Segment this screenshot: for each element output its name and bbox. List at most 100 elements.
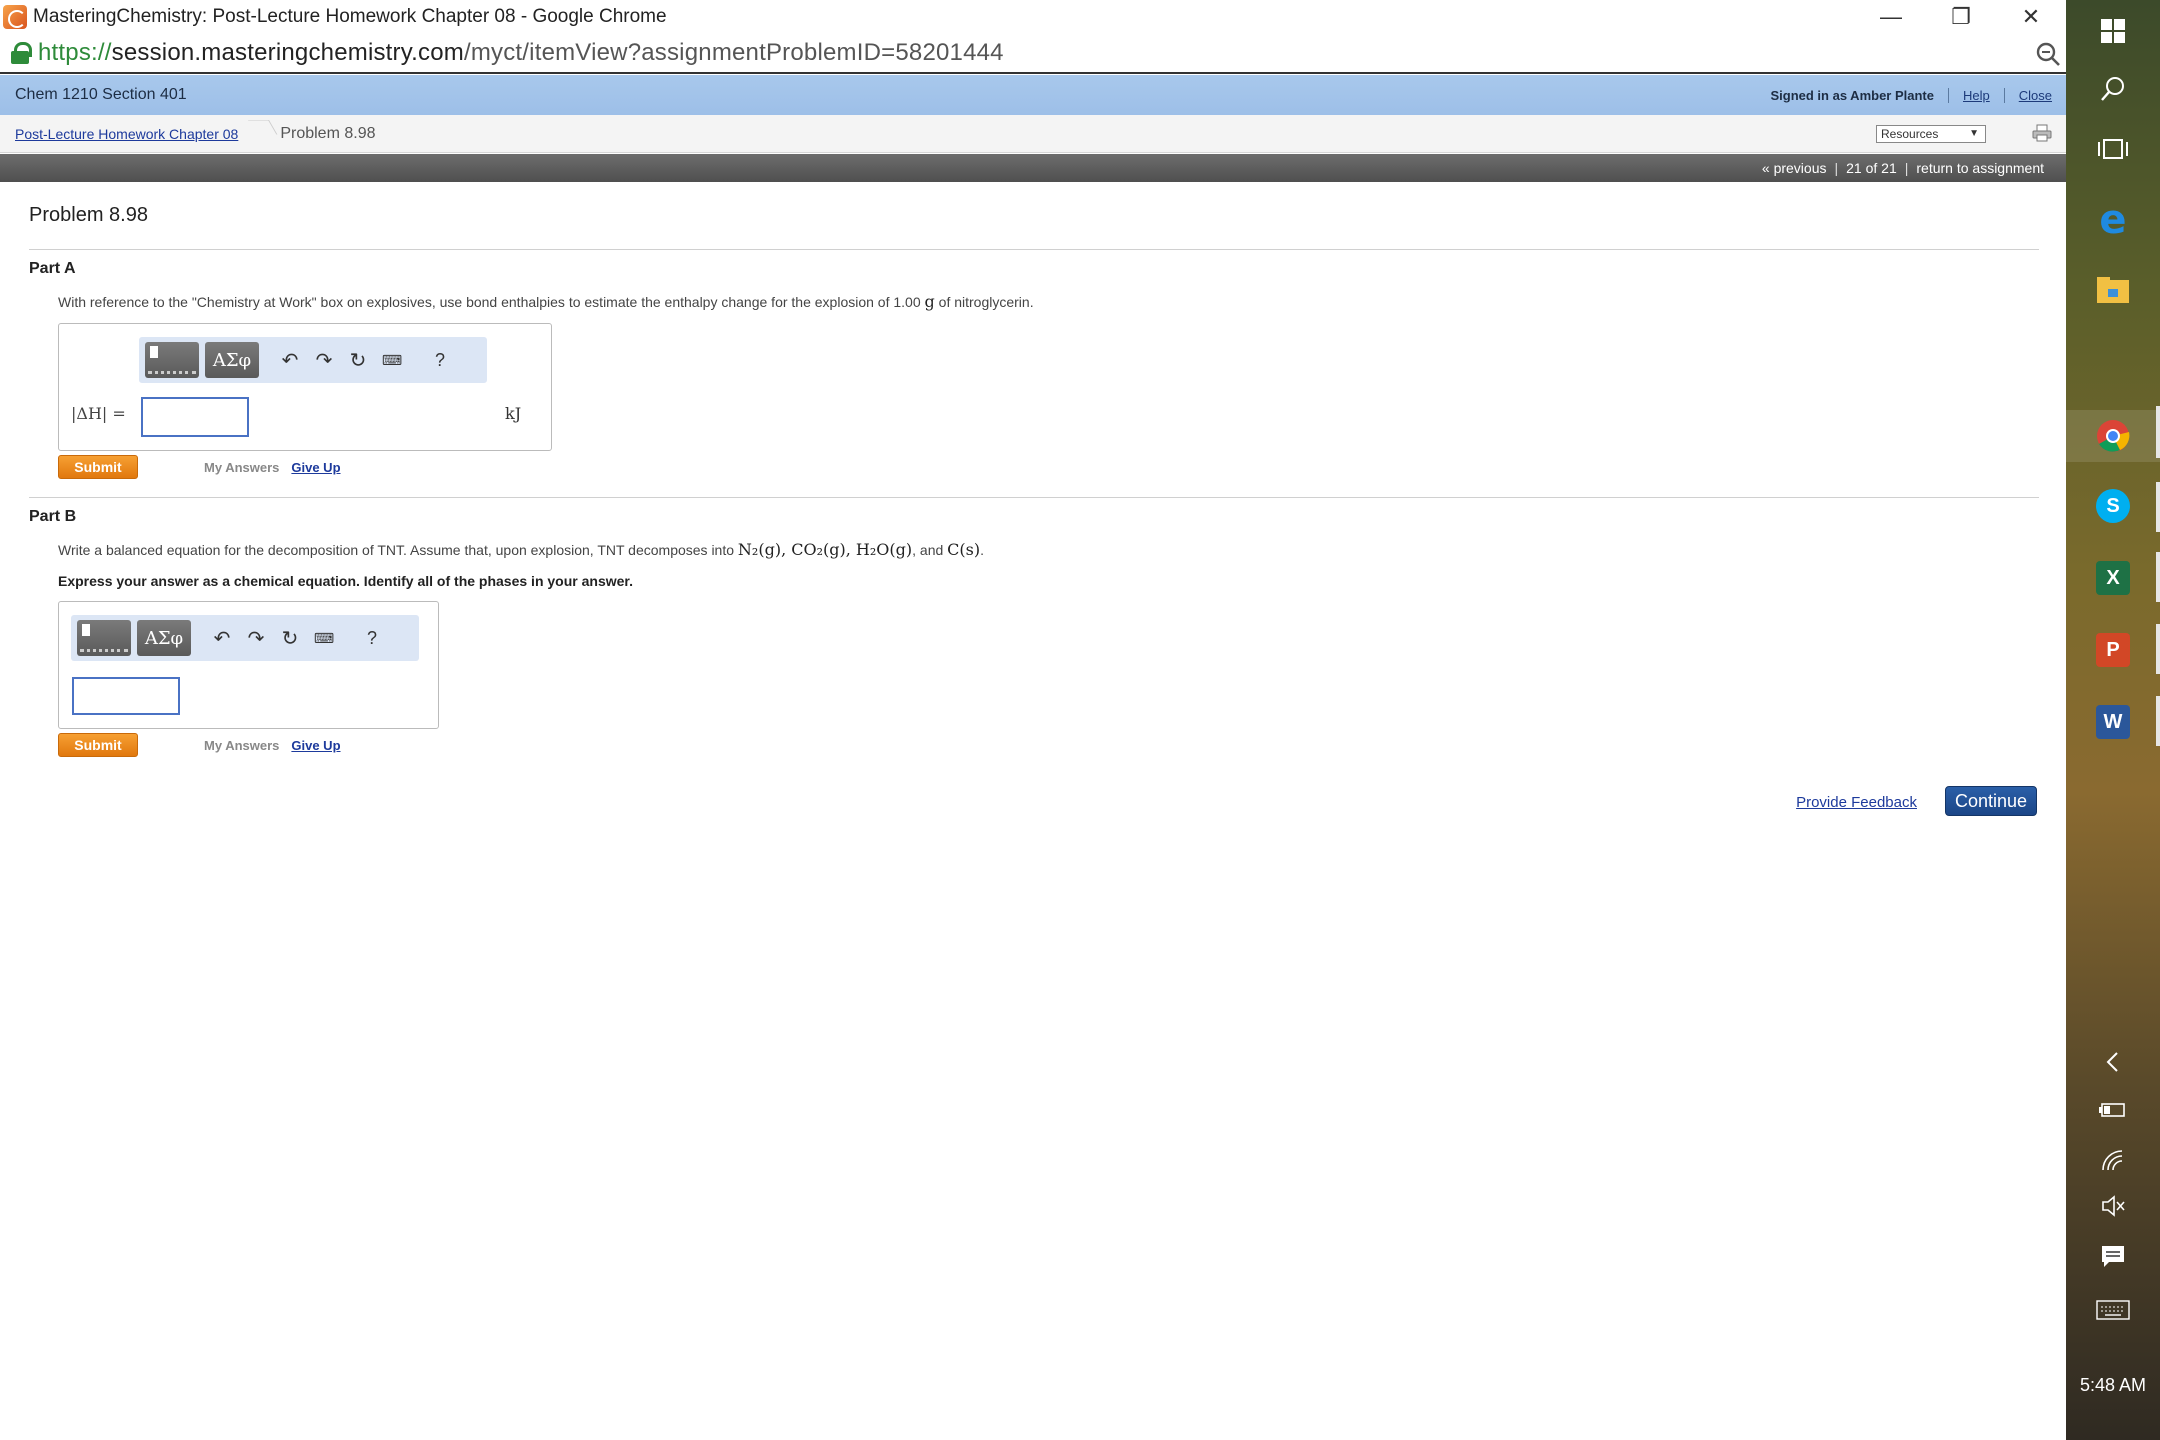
part-b-instruction: Express your answer as a chemical equati… — [58, 573, 633, 589]
main-content: Problem 8.98 Part A With reference to th… — [29, 182, 2039, 816]
mastering-chemistry-icon — [3, 5, 27, 29]
part-b-species: N₂(g), CO₂(g), H₂O(g) — [737, 540, 913, 559]
task-view-icon[interactable] — [2066, 132, 2160, 166]
minimize-button[interactable]: — — [1856, 0, 1926, 34]
part-a-title: Part A — [29, 260, 76, 277]
part-b-species-last: C(s) — [947, 540, 981, 559]
keyboard-shortcuts-icon[interactable]: ⌨ — [375, 342, 409, 378]
windows-start-icon[interactable] — [2066, 14, 2160, 48]
windows-taskbar: e S X P W 5:48 AM — [2066, 0, 2160, 1440]
part-b-title: Part B — [29, 508, 77, 525]
problem-title: Problem 8.98 — [29, 204, 148, 226]
keyboard-shortcuts-icon[interactable]: ⌨ — [307, 620, 341, 656]
excel-icon[interactable]: X — [2066, 560, 2160, 596]
excel-active-indicator — [2156, 552, 2160, 602]
unit-label: kJ — [505, 404, 522, 423]
close-window-button[interactable]: ✕ — [1996, 0, 2066, 34]
greek-symbols-button[interactable]: ΑΣφ — [205, 342, 259, 378]
dropdown-caret-icon: ▼ — [1969, 128, 1979, 139]
part-b-my-answers[interactable]: My Answers — [204, 738, 279, 753]
redo-icon[interactable]: ↷ — [239, 620, 273, 656]
part-a-prompt-text-end: of nitroglycerin. — [934, 294, 1034, 310]
powerpoint-active-indicator — [2156, 624, 2160, 674]
part-b-prompt-text: Write a balanced equation for the decomp… — [58, 542, 738, 558]
search-icon[interactable] — [2066, 72, 2160, 106]
battery-icon[interactable] — [2066, 1098, 2160, 1122]
window-title: MasteringChemistry: Post-Lecture Homewor… — [33, 6, 667, 27]
word-icon[interactable]: W — [2066, 704, 2160, 740]
reset-icon[interactable]: ↻ — [341, 342, 375, 378]
skype-active-indicator — [2156, 482, 2160, 532]
help-link[interactable]: Help — [1949, 87, 2005, 103]
word-active-indicator — [2156, 696, 2160, 746]
part-b-prompt-end: . — [980, 542, 984, 558]
part-a-answer-box: ΑΣφ ↶ ↷ ↻ ⌨ ? |ΔH| = kJ — [58, 323, 552, 451]
divider — [29, 249, 2039, 250]
wifi-icon[interactable] — [2066, 1146, 2160, 1174]
part-b-math-toolbar: ΑΣφ ↶ ↷ ↻ ⌨ ? — [71, 615, 419, 661]
delta-h-label: |ΔH| = — [71, 404, 126, 423]
close-link[interactable]: Close — [2005, 88, 2052, 103]
reset-icon[interactable]: ↻ — [273, 620, 307, 656]
continue-button[interactable]: Continue — [1945, 786, 2037, 816]
restore-button[interactable]: ❐ — [1926, 0, 1996, 34]
part-a-prompt-unit: g — [924, 292, 935, 311]
breadcrumb-separator — [248, 115, 268, 153]
part-a-prompt: With reference to the "Chemistry at Work… — [58, 292, 2039, 311]
part-b-answer-input[interactable] — [72, 677, 180, 715]
templates-button[interactable] — [77, 620, 131, 656]
problem-nav-bar: « previous | 21 of 21 | return to assign… — [0, 154, 2066, 182]
breadcrumb-current: Problem 8.98 — [280, 124, 376, 142]
secure-lock-icon[interactable] — [10, 42, 32, 64]
chrome-active-indicator — [2156, 406, 2160, 458]
part-b-prompt-and: , and — [912, 542, 948, 558]
url-path: /myct/itemView?assignmentProblemID=58201… — [463, 39, 1004, 66]
volume-muted-icon[interactable] — [2066, 1192, 2160, 1220]
keyboard-icon[interactable] — [2066, 1298, 2160, 1322]
part-a-math-toolbar: ΑΣφ ↶ ↷ ↻ ⌨ ? — [139, 337, 487, 383]
part-b-answer-box: ΑΣφ ↶ ↷ ↻ ⌨ ? — [58, 601, 439, 729]
skype-icon[interactable]: S — [2066, 488, 2160, 524]
file-explorer-icon[interactable] — [2066, 272, 2160, 308]
part-a-give-up-link[interactable]: Give Up — [291, 460, 340, 475]
resources-dropdown[interactable]: Resources ▼ — [1876, 125, 1986, 143]
return-to-assignment-link[interactable]: return to assignment — [1908, 160, 2052, 176]
chevron-left-icon[interactable] — [2066, 1048, 2160, 1076]
undo-icon[interactable]: ↶ — [205, 620, 239, 656]
address-bar[interactable]: https://session.masteringchemistry.com/m… — [0, 34, 2066, 74]
part-a-my-answers[interactable]: My Answers — [204, 460, 279, 475]
part-b-prompt: Write a balanced equation for the decomp… — [58, 540, 2039, 559]
signed-in-text: Signed in as Amber Plante — [1770, 87, 1949, 103]
undo-icon[interactable]: ↶ — [273, 342, 307, 378]
greek-symbols-button[interactable]: ΑΣφ — [137, 620, 191, 656]
url-host: session.masteringchemistry.com — [111, 39, 464, 66]
course-name: Chem 1210 Section 401 — [15, 86, 187, 103]
edge-icon[interactable]: e — [2066, 197, 2160, 243]
chrome-icon[interactable] — [2066, 410, 2160, 462]
previous-link[interactable]: « previous — [1754, 160, 1835, 176]
footer-actions: Provide Feedback Continue — [1639, 786, 2039, 816]
part-a-prompt-text: With reference to the "Chemistry at Work… — [58, 294, 925, 310]
part-a-answer-input[interactable] — [141, 397, 249, 437]
url-text[interactable]: https://session.masteringchemistry.com/m… — [38, 39, 1004, 67]
breadcrumb-assignment-link[interactable]: Post-Lecture Homework Chapter 08 — [15, 126, 238, 142]
resources-label: Resources — [1881, 127, 1939, 141]
provide-feedback-link[interactable]: Provide Feedback — [1796, 794, 1917, 811]
window-titlebar: MasteringChemistry: Post-Lecture Homewor… — [0, 0, 2066, 34]
help-icon[interactable]: ? — [355, 620, 389, 656]
print-icon[interactable] — [2032, 124, 2052, 142]
course-header: Chem 1210 Section 401 Signed in as Amber… — [0, 75, 2066, 115]
part-b-submit-button[interactable]: Submit — [58, 733, 138, 757]
powerpoint-icon[interactable]: P — [2066, 632, 2160, 668]
taskbar-clock[interactable]: 5:48 AM — [2066, 1375, 2160, 1396]
url-scheme: https:// — [38, 39, 112, 66]
breadcrumb: Post-Lecture Homework Chapter 08 Problem… — [0, 115, 2066, 153]
help-icon[interactable]: ? — [423, 342, 457, 378]
redo-icon[interactable]: ↷ — [307, 342, 341, 378]
divider — [29, 497, 2039, 498]
part-b-give-up-link[interactable]: Give Up — [291, 738, 340, 753]
part-a-submit-button[interactable]: Submit — [58, 455, 138, 479]
zoom-icon[interactable] — [2034, 40, 2062, 68]
notification-icon[interactable] — [2066, 1242, 2160, 1272]
templates-button[interactable] — [145, 342, 199, 378]
